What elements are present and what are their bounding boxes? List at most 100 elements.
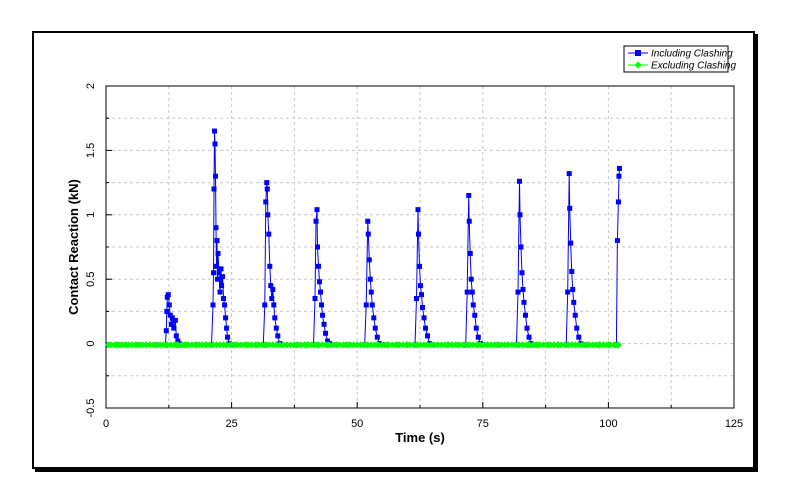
data-point [166,302,172,308]
data-point [517,212,523,218]
chart: 0 25 50 75 100 125 -0.5 0 0.5 1 1.5 2 Time (s) Cont… [66,45,743,445]
y-tick-label: 2 [85,83,97,89]
x-tick-label: 25 [225,418,237,430]
data-point [215,250,221,256]
x-tick-label: 125 [725,418,743,430]
data-point [473,325,479,331]
data-point [516,178,522,184]
data-point [472,312,478,318]
data-point [614,238,620,244]
legend-marker [635,50,641,56]
data-point [569,268,575,274]
data-point [568,240,574,246]
data-point [264,180,270,186]
data-point [518,244,524,250]
data-point [313,218,319,224]
data-point [214,263,220,269]
data-point [523,312,529,318]
data-point [464,289,470,295]
data-point [366,257,372,263]
legend: Including ClashingExcluding Clashing [623,45,736,73]
data-point [374,334,380,340]
data-point [218,266,224,272]
x-tick-label: 75 [477,418,489,430]
data-point [565,289,571,295]
data-point [466,218,472,224]
series-0 [106,128,622,348]
data-point [475,334,481,340]
x-tick-label: 100 [599,418,617,430]
data-point [271,302,277,308]
data-point [262,302,268,308]
data-point [520,287,526,293]
y-tick-label: 0 [85,341,97,347]
data-point [415,207,421,213]
legend-label: Including Clashing [651,49,733,60]
data-point [221,296,227,302]
data-point [211,270,217,276]
data-point [317,279,323,285]
data-point [223,315,229,321]
data-point [263,199,269,205]
data-point [566,171,572,177]
data-point [363,302,369,308]
data-point [224,325,230,331]
data-point [567,205,573,211]
legend-label: Excluding Clashing [651,61,736,72]
data-point [211,186,217,192]
data-point [368,289,374,295]
data-point [365,231,371,237]
data-point [316,263,322,269]
data-point [265,212,271,218]
data-point [369,302,375,308]
data-point [171,325,177,331]
data-point [421,315,427,321]
data-point [419,292,425,298]
grid [106,86,734,408]
series-line [108,131,620,346]
data-point [372,325,378,331]
data-point [521,299,527,305]
y-tick-label: -0.5 [85,399,97,418]
x-axis-title: Time (s) [395,430,445,445]
data-point [321,321,327,327]
data-point [173,333,179,339]
data-point [220,274,226,280]
data-point [367,276,373,282]
data-point [470,302,476,308]
data-point [269,296,275,302]
data-point [371,315,377,321]
data-point [217,289,223,295]
data-point [320,312,326,318]
data-point [415,231,421,237]
data-point [466,192,472,198]
data-point [365,218,371,224]
x-tick-label: 0 [103,418,109,430]
data-point [266,231,272,237]
data-point [213,225,219,231]
data-point [212,141,218,147]
data-point [420,305,426,311]
data-point [267,263,273,269]
axis-ticks: 0 25 50 75 100 125 -0.5 0 0.5 1 1.5 2 [85,83,743,430]
data-point [213,173,219,179]
data-point [210,302,216,308]
data-point [524,325,530,331]
data-point [416,263,422,269]
data-point [425,333,431,339]
data-point [314,207,320,213]
data-point [264,186,270,192]
data-point [413,296,419,302]
data-point [323,330,329,336]
data-point [212,128,218,134]
data-point [319,302,325,308]
data-point [526,334,532,340]
data-point [469,289,475,295]
data-point [574,325,580,331]
data-point [219,283,225,289]
data-point [165,292,171,298]
series-layer [105,128,622,349]
data-point [273,325,279,331]
data-point [572,312,578,318]
data-point [467,250,473,256]
